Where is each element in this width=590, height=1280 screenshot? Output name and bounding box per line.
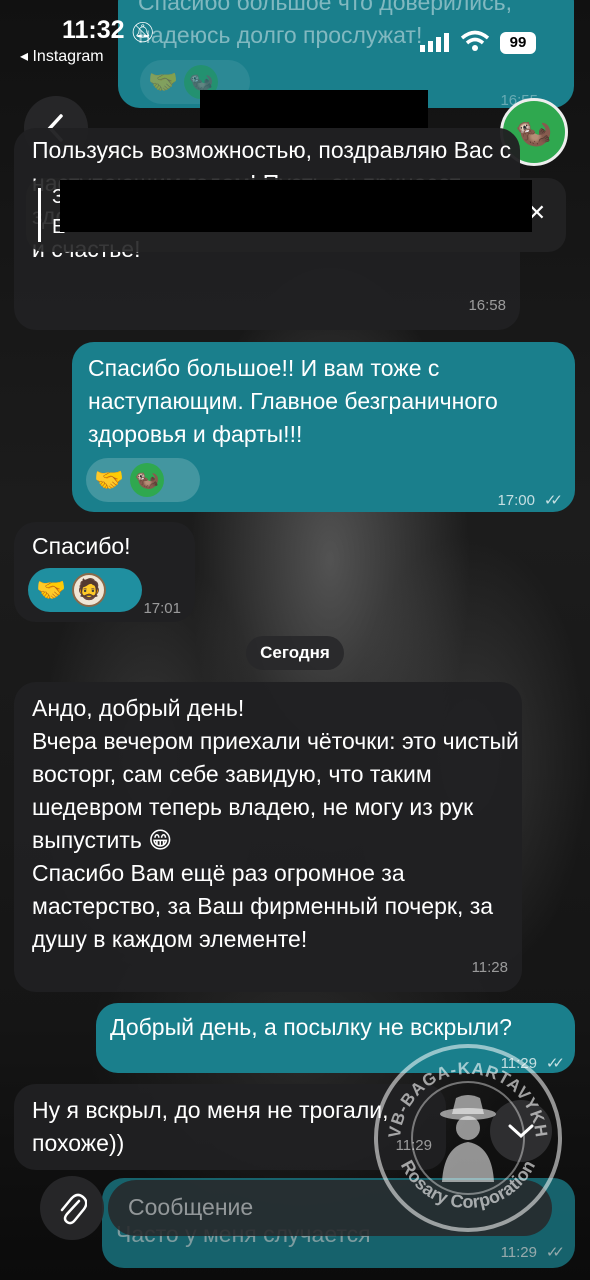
message-bubble-outgoing[interactable]: Спасибо большое!! И вам тоже с наступающ… (72, 342, 575, 512)
paperclip-icon (60, 1193, 87, 1225)
message-bubble-incoming[interactable]: Спасибо! 🤝 🧔 17:01 (14, 522, 195, 622)
reactions[interactable]: 🤝 🦦 (86, 458, 200, 502)
message-text: Спасибо большое!! И вам тоже с наступающ… (88, 355, 498, 447)
message-text: Спасибо! (32, 533, 131, 559)
status-bar: 11:32 🔕︎ ◂ Instagram 99 (0, 0, 590, 80)
date-separator: Сегодня (246, 636, 344, 670)
back-to-instagram-link[interactable]: ◂ Instagram (20, 46, 104, 66)
battery-indicator: 99 (500, 32, 536, 54)
handshake-icon: 🤝 (94, 466, 124, 494)
user-avatar-icon: 🧔 (72, 573, 106, 607)
message-time: 16:58 (468, 297, 506, 314)
message-time: 11:28 (471, 959, 508, 976)
message-time: 11:29 (500, 1244, 537, 1261)
wifi-icon (460, 30, 490, 51)
message-input-placeholder: Сообщение (128, 1194, 254, 1220)
read-checkmarks-icon: ✓✓ (543, 492, 563, 509)
message-text: Добрый день, а посылку не вскрыли? (110, 1014, 512, 1040)
watermark-seal: VB-BAGA-KARTAVYKH Rosary Corporation (374, 1044, 562, 1232)
silent-bell-icon: 🔕︎ (130, 22, 156, 44)
message-time: 17:01 (143, 600, 181, 617)
pinned-redaction (60, 180, 532, 232)
otter-icon: 🦦 (515, 115, 553, 149)
message-time: 17:00 (497, 492, 535, 509)
pinned-indicator (38, 188, 41, 242)
attach-button[interactable] (40, 1176, 104, 1240)
detective-figure-icon (440, 1095, 496, 1182)
status-time: 11:32 (62, 16, 125, 44)
handshake-icon: 🤝 (36, 576, 66, 604)
message-text: Андо, добрый день! Вчера вечером приехал… (32, 695, 519, 952)
otter-avatar-icon: 🦦 (130, 463, 164, 497)
read-checkmarks-icon: ✓✓ (545, 1244, 565, 1261)
reactions[interactable]: 🤝 🧔 (28, 568, 142, 612)
signal-icon (420, 33, 449, 52)
message-bubble-incoming[interactable]: Андо, добрый день! Вчера вечером приехал… (14, 682, 522, 992)
